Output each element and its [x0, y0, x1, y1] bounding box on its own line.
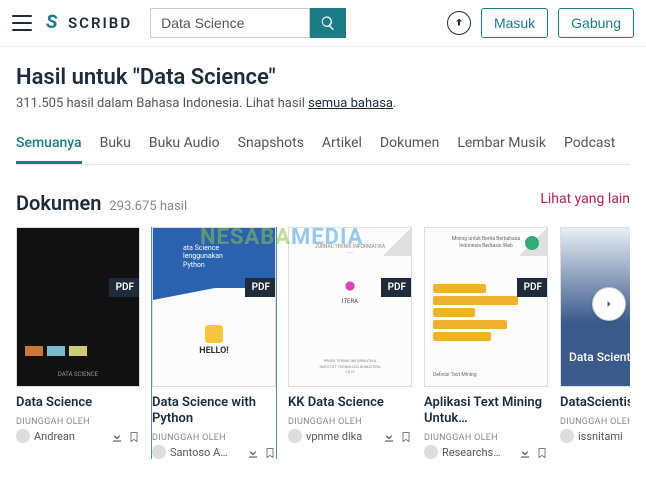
uploaded-by-label: DIUNGGAH OLEH	[288, 417, 412, 427]
pdf-badge: PDF	[381, 278, 412, 297]
avatar-icon	[560, 429, 574, 443]
doc-title: Data Science	[16, 395, 140, 411]
main-content: Hasil untuk "Data Science" 311.505 hasil…	[0, 47, 646, 459]
cards-row: DATA SCIENCE PDF Data Science DIUNGGAH O…	[16, 227, 630, 459]
doc-title: Aplikasi Text Mining Untuk…	[424, 395, 548, 427]
upload-icon	[453, 17, 465, 29]
results-title: Hasil untuk "Data Science"	[16, 65, 630, 90]
tab-audiobooks[interactable]: Buku Audio	[149, 135, 220, 164]
doc-title: Data Science with Python	[152, 395, 276, 427]
doc-card[interactable]: Data Scienti DataScientis DIUNGGAH OLEH …	[560, 227, 630, 459]
author-name[interactable]: issnitami	[578, 430, 630, 443]
pdf-badge: PDF	[109, 278, 140, 297]
documents-section-header: Dokumen 293.675 hasil Lihat yang lain	[16, 191, 630, 215]
documents-carousel: DATA SCIENCE PDF Data Science DIUNGGAH O…	[16, 227, 630, 459]
logo[interactable]: SCRIBD	[42, 13, 132, 33]
search-input[interactable]	[150, 8, 310, 38]
tab-books[interactable]: Buku	[100, 135, 131, 164]
uploaded-by-label: DIUNGGAH OLEH	[152, 433, 276, 443]
pdf-badge: PDF	[517, 278, 548, 297]
doc-title: KK Data Science	[288, 395, 412, 411]
watermark: NESABAMEDIA	[200, 225, 363, 250]
download-icon[interactable]	[382, 429, 396, 443]
tab-documents[interactable]: Dokumen	[380, 135, 439, 164]
join-button[interactable]: Gabung	[558, 8, 634, 38]
logo-text: SCRIBD	[68, 14, 132, 32]
doc-thumbnail: JURNAL TEKNIK INFORMATIKA····· ITERA PRO…	[288, 227, 412, 387]
avatar-icon	[424, 445, 438, 459]
doc-card[interactable]: ata SciencelenggunakanPython HELLO! PDF …	[152, 227, 276, 459]
doc-card[interactable]: JURNAL TEKNIK INFORMATIKA····· ITERA PRO…	[288, 227, 412, 459]
avatar-icon	[288, 429, 302, 443]
author-name[interactable]: Andrean	[34, 430, 106, 443]
tab-snapshots[interactable]: Snapshots	[238, 135, 304, 164]
tab-podcast[interactable]: Podcast	[564, 135, 615, 164]
doc-title: DataScientis	[560, 395, 630, 411]
bookmark-icon[interactable]	[128, 429, 140, 443]
filter-tabs: Semuanya Buku Buku Audio Snapshots Artik…	[16, 135, 630, 165]
download-icon[interactable]	[246, 445, 260, 459]
author-row: Researchs…	[424, 445, 548, 459]
bookmark-icon[interactable]	[400, 429, 412, 443]
see-more-link[interactable]: Lihat yang lain	[540, 191, 630, 207]
doc-card[interactable]: Mining untuk Berita BerbahasaIndonesia B…	[424, 227, 548, 459]
tab-sheet-music[interactable]: Lembar Musik	[457, 135, 546, 164]
tab-articles[interactable]: Artikel	[322, 135, 362, 164]
doc-card[interactable]: DATA SCIENCE PDF Data Science DIUNGGAH O…	[16, 227, 140, 459]
avatar-icon	[16, 429, 30, 443]
author-name[interactable]: Santoso A…	[170, 446, 242, 459]
section-title: Dokumen	[16, 191, 101, 215]
doc-thumbnail: DATA SCIENCE PDF	[16, 227, 140, 387]
results-subtitle: 311.505 hasil dalam Bahasa Indonesia. Li…	[16, 96, 630, 111]
menu-icon[interactable]	[12, 15, 32, 31]
bookmark-icon[interactable]	[264, 445, 276, 459]
scribd-logo-icon	[42, 13, 62, 33]
tab-all[interactable]: Semuanya	[16, 135, 82, 164]
uploaded-by-label: DIUNGGAH OLEH	[560, 417, 630, 427]
upload-button[interactable]	[447, 11, 471, 35]
all-languages-link[interactable]: semua bahasa	[308, 96, 393, 111]
search-bar	[150, 8, 346, 38]
search-icon	[320, 15, 336, 31]
bookmark-icon[interactable]	[536, 445, 548, 459]
author-row: Santoso A…	[152, 445, 276, 459]
download-icon[interactable]	[110, 429, 124, 443]
search-button[interactable]	[310, 8, 346, 38]
carousel-next-button[interactable]	[592, 287, 626, 321]
author-name[interactable]: vpnme dika	[306, 430, 378, 443]
pdf-badge: PDF	[245, 278, 276, 297]
author-row: Andrean	[16, 429, 140, 443]
uploaded-by-label: DIUNGGAH OLEH	[424, 433, 548, 443]
section-count: 293.675 hasil	[109, 199, 187, 214]
header: SCRIBD Masuk Gabung	[0, 0, 646, 47]
uploaded-by-label: DIUNGGAH OLEH	[16, 417, 140, 427]
author-row: vpnme dika	[288, 429, 412, 443]
author-name[interactable]: Researchs…	[442, 446, 514, 459]
download-icon[interactable]	[518, 445, 532, 459]
author-row: issnitami	[560, 429, 630, 443]
chevron-right-icon	[603, 298, 615, 310]
login-button[interactable]: Masuk	[481, 8, 548, 38]
avatar-icon	[152, 445, 166, 459]
doc-thumbnail: ata SciencelenggunakanPython HELLO! PDF	[152, 227, 276, 387]
doc-thumbnail: Mining untuk Berita BerbahasaIndonesia B…	[424, 227, 548, 387]
